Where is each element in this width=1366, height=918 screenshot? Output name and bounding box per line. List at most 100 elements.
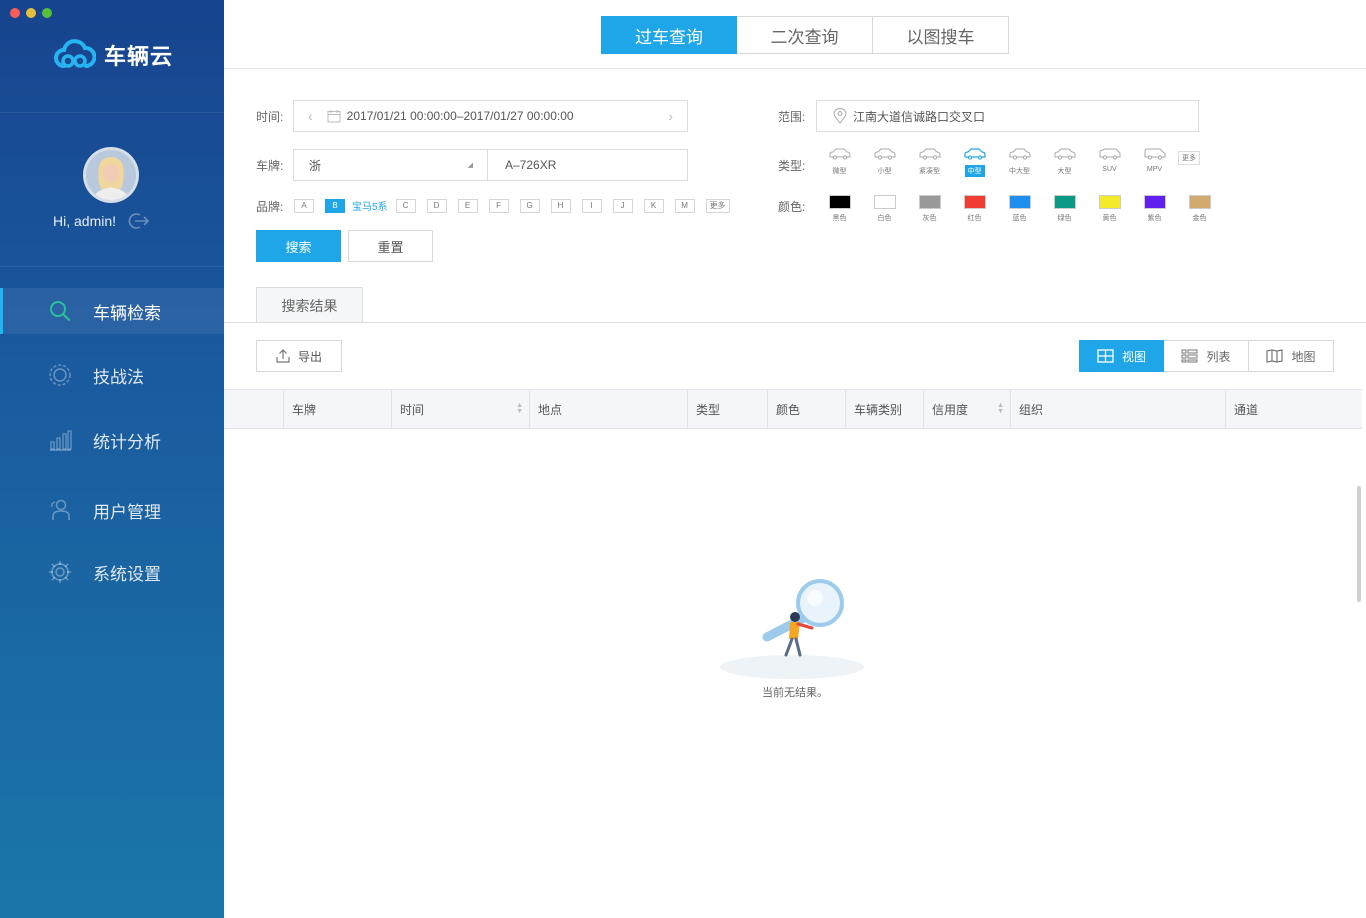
column-location[interactable]: 地点: [529, 390, 687, 428]
vehicle-type-list: 微型 小型 紧凑型 中型 中大型 大型 SUV MPV: [817, 148, 1177, 177]
brand-letter-h[interactable]: H: [550, 198, 571, 213]
plate-number-value: A–726XR: [505, 158, 557, 172]
sort-icon[interactable]: ▲ ▼: [997, 402, 1004, 415]
range-label: 范围:: [778, 110, 806, 124]
column-organization[interactable]: 组织: [1010, 390, 1225, 428]
plate-number-input[interactable]: A–726XR: [487, 149, 688, 181]
color-swatch: [1053, 195, 1076, 209]
color-white[interactable]: 白色: [862, 195, 907, 223]
brand-letter-b[interactable]: B: [325, 198, 345, 213]
dropdown-arrow-icon: ◢: [467, 162, 473, 169]
export-button[interactable]: 导出: [256, 340, 342, 372]
tab-pass-query[interactable]: 过车查询: [601, 16, 737, 54]
cloud-logo-icon: [54, 39, 96, 68]
column-label: 类型: [696, 402, 721, 417]
tab-search-results[interactable]: 搜索结果: [256, 287, 363, 323]
app-logo: 车辆云: [54, 38, 173, 72]
brand-letter-e[interactable]: E: [457, 198, 478, 213]
reset-button[interactable]: 重置: [348, 230, 433, 262]
column-plate[interactable]: 车牌: [283, 390, 391, 428]
avatar[interactable]: [83, 147, 139, 203]
color-name: 蓝色: [1012, 215, 1027, 222]
brand-letter-k[interactable]: K: [643, 198, 664, 213]
vertical-scrollbar[interactable]: [1357, 486, 1361, 602]
color-blue[interactable]: 蓝色: [997, 195, 1042, 223]
color-swatch: [1098, 195, 1121, 209]
close-window-button[interactable]: [10, 8, 20, 18]
car-icon: [1009, 148, 1030, 160]
nav-label: 车辆检索: [93, 303, 161, 323]
brand-letter-d[interactable]: D: [426, 198, 447, 213]
view-map-button[interactable]: 地图: [1249, 340, 1334, 372]
nav-item-vehicle-search[interactable]: 车辆检索: [0, 288, 224, 334]
bar-chart-icon: [50, 430, 72, 451]
view-list-button[interactable]: 列表: [1164, 340, 1249, 372]
color-yellow[interactable]: 黄色: [1087, 195, 1132, 223]
column-label: 组织: [1019, 402, 1044, 417]
color-green[interactable]: 绿色: [1042, 195, 1087, 223]
nav-item-user-management[interactable]: 用户管理: [0, 487, 224, 533]
results-table-header: 车牌 时间 ▲ ▼ 地点 类型 颜色 车辆类别 信用度 ▲ ▼ 组织 通道: [224, 389, 1362, 429]
color-purple[interactable]: 紫色: [1132, 195, 1177, 223]
type-mpv[interactable]: MPV: [1132, 148, 1177, 177]
search-button[interactable]: 搜索: [256, 230, 341, 262]
maximize-window-button[interactable]: [42, 8, 52, 18]
type-compact[interactable]: 紧凑型: [907, 148, 952, 177]
window-controls: [10, 8, 52, 18]
column-label: 车牌: [292, 402, 317, 417]
sidebar: 车辆云 Hi, admin! 车辆检索 技战法 统计分析 用户管理 系统设置: [0, 0, 224, 918]
brand-letter-m[interactable]: M: [674, 198, 695, 213]
type-mid-large[interactable]: 中大型: [997, 148, 1042, 177]
type-micro[interactable]: 微型: [817, 148, 862, 177]
minimize-window-button[interactable]: [26, 8, 36, 18]
nav-item-tactics[interactable]: 技战法: [0, 352, 224, 398]
user-greeting: Hi, admin!: [53, 212, 150, 230]
nav-item-statistics[interactable]: 统计分析: [0, 417, 224, 463]
column-type[interactable]: 类型: [687, 390, 767, 428]
type-midsize[interactable]: 中型: [952, 148, 997, 177]
column-color[interactable]: 颜色: [767, 390, 845, 428]
chevron-left-icon[interactable]: ‹: [308, 108, 313, 124]
view-label: 地图: [1291, 349, 1316, 364]
divider: [0, 112, 224, 113]
province-select[interactable]: 浙 ◢: [293, 149, 488, 181]
type-small[interactable]: 小型: [862, 148, 907, 177]
brand-letter-a[interactable]: A: [294, 198, 314, 213]
color-gold[interactable]: 金色: [1177, 195, 1222, 223]
selected-brand[interactable]: 宝马5系: [352, 198, 388, 213]
color-swatch: [1188, 195, 1211, 209]
color-black[interactable]: 黑色: [817, 195, 862, 223]
color-gray[interactable]: 灰色: [907, 195, 952, 223]
nav-item-system-settings[interactable]: 系统设置: [0, 549, 224, 595]
logout-icon[interactable]: [126, 212, 150, 230]
color-red[interactable]: 红色: [952, 195, 997, 223]
brand-more-button[interactable]: 更多: [705, 198, 730, 213]
type-label-text: 中型: [964, 165, 985, 177]
type-label-text: SUV: [1102, 166, 1117, 173]
tab-image-search[interactable]: 以图搜车: [873, 16, 1009, 54]
range-field[interactable]: 江南大道信诚路口交叉口: [816, 100, 1199, 132]
brand-letter-i[interactable]: I: [581, 198, 602, 213]
search-icon: [50, 301, 70, 321]
brand-letter-g[interactable]: G: [519, 198, 540, 213]
color-swatch: [1143, 195, 1166, 209]
column-time[interactable]: 时间 ▲ ▼: [391, 390, 529, 428]
column-vehicle-category[interactable]: 车辆类别: [845, 390, 923, 428]
brand-letter-f[interactable]: F: [488, 198, 509, 213]
type-large[interactable]: 大型: [1042, 148, 1087, 177]
sort-icon[interactable]: ▲ ▼: [516, 402, 523, 415]
view-grid-button[interactable]: 视图: [1079, 340, 1164, 372]
brand-letter-j[interactable]: J: [612, 198, 633, 213]
brand-label: 品牌:: [256, 200, 284, 214]
color-name: 白色: [877, 215, 892, 222]
brand-letter-c[interactable]: C: [395, 198, 416, 213]
column-label: 信用度: [932, 402, 969, 417]
column-credit[interactable]: 信用度 ▲ ▼: [923, 390, 1010, 428]
type-suv[interactable]: SUV: [1087, 148, 1132, 177]
time-range-picker[interactable]: ‹ 2017/01/21 00:00:00–2017/01/27 00:00:0…: [293, 100, 688, 132]
tab-secondary-query[interactable]: 二次查询: [737, 16, 873, 54]
color-name: 金色: [1192, 215, 1207, 222]
chevron-right-icon[interactable]: ›: [668, 108, 673, 124]
type-more-button[interactable]: 更多: [1178, 151, 1200, 165]
column-channel[interactable]: 通道: [1225, 390, 1362, 428]
